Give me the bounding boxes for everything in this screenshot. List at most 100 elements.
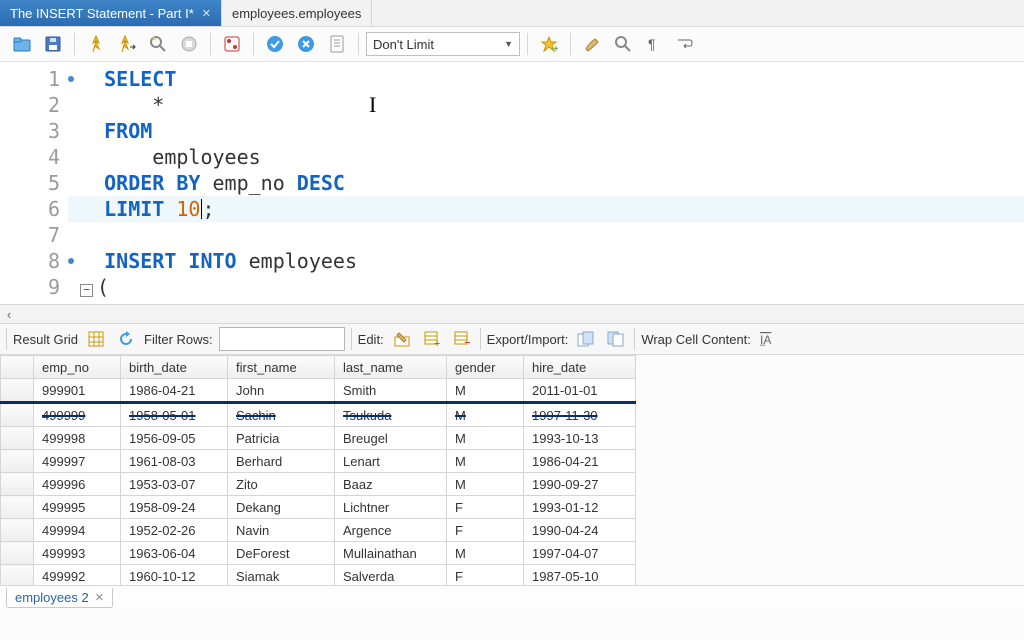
table-row[interactable]: 4999931963-06-04DeForestMullainathanM199… (1, 542, 636, 565)
cell-last_name[interactable]: Baaz (335, 473, 447, 496)
result-grid-wrap[interactable]: emp_no birth_date first_name last_name g… (0, 355, 1024, 586)
save-button[interactable] (39, 30, 67, 58)
result-grid[interactable]: emp_no birth_date first_name last_name g… (0, 355, 636, 586)
import-button[interactable] (604, 327, 628, 351)
row-header[interactable] (1, 473, 34, 496)
cell-hire_date[interactable]: 1990-09-27 (524, 473, 636, 496)
cell-first_name[interactable]: Zito (228, 473, 335, 496)
row-header[interactable] (1, 379, 34, 403)
row-header[interactable] (1, 542, 34, 565)
code-area[interactable]: SELECT * I FROM employees ORDER BY emp_n… (68, 62, 1024, 304)
rollback-button[interactable] (292, 30, 320, 58)
col-hire_date[interactable]: hire_date (524, 356, 636, 379)
export-button[interactable] (574, 327, 598, 351)
close-icon[interactable]: ✕ (202, 7, 211, 20)
col-first_name[interactable]: first_name (228, 356, 335, 379)
cell-first_name[interactable]: Navin (228, 519, 335, 542)
row-header[interactable] (1, 565, 34, 587)
cell-hire_date[interactable]: 1997-04-07 (524, 542, 636, 565)
editor-hscrollbar[interactable]: ‹ (0, 304, 1024, 324)
toggle-invisible-button[interactable]: ¶ (640, 30, 668, 58)
table-row[interactable]: 4999971961-08-03BerhardLenartM1986-04-21 (1, 450, 636, 473)
table-row[interactable]: 4999921960-10-12SiamakSalverdaF1987-05-1… (1, 565, 636, 587)
delete-row-button[interactable]: − (450, 327, 474, 351)
cell-first_name[interactable]: Dekang (228, 496, 335, 519)
table-row[interactable]: 4999941952-02-26NavinArgenceF1990-04-24 (1, 519, 636, 542)
cell-last_name[interactable]: Lichtner (335, 496, 447, 519)
tab-employees-employees[interactable]: employees.employees (222, 0, 372, 26)
wrap-cell-button[interactable]: I̲A (757, 327, 781, 351)
cell-hire_date[interactable]: 1987-05-10 (524, 565, 636, 587)
cell-hire_date[interactable]: 1997-11-30 (524, 403, 636, 427)
cell-gender[interactable]: F (447, 519, 524, 542)
cell-hire_date[interactable]: 1986-04-21 (524, 450, 636, 473)
col-emp_no[interactable]: emp_no (34, 356, 121, 379)
cell-first_name[interactable]: Sachin (228, 403, 335, 427)
row-header[interactable] (1, 519, 34, 542)
cell-last_name[interactable]: Tsukuda (335, 403, 447, 427)
result-grid-view-button[interactable] (84, 327, 108, 351)
execute-current-button[interactable] (113, 30, 141, 58)
add-row-button[interactable]: + (420, 327, 444, 351)
cell-birth_date[interactable]: 1958-09-24 (121, 496, 228, 519)
cell-hire_date[interactable]: 1990-04-24 (524, 519, 636, 542)
cell-birth_date[interactable]: 1961-08-03 (121, 450, 228, 473)
cell-hire_date[interactable]: 2011-01-01 (524, 379, 636, 403)
cell-birth_date[interactable]: 1986-04-21 (121, 379, 228, 403)
cell-emp_no[interactable]: 499999 (34, 403, 121, 427)
table-row[interactable]: 4999991958-05-01SachinTsukudaM1997-11-30 (1, 403, 636, 427)
limit-rows-combo[interactable]: Don't Limit ▼ (366, 32, 520, 56)
cell-gender[interactable]: M (447, 427, 524, 450)
result-tab-employees2[interactable]: employees 2 ✕ (6, 588, 113, 608)
table-row[interactable]: 9999011986-04-21JohnSmithM2011-01-01 (1, 379, 636, 403)
cell-gender[interactable]: M (447, 473, 524, 496)
cell-emp_no[interactable]: 999901 (34, 379, 121, 403)
cell-last_name[interactable]: Salverda (335, 565, 447, 587)
explain-button[interactable] (144, 30, 172, 58)
cell-emp_no[interactable]: 499998 (34, 427, 121, 450)
cell-gender[interactable]: F (447, 496, 524, 519)
cell-emp_no[interactable]: 499992 (34, 565, 121, 587)
row-header[interactable] (1, 450, 34, 473)
cell-first_name[interactable]: John (228, 379, 335, 403)
table-row[interactable]: 4999981956-09-05PatriciaBreugelM1993-10-… (1, 427, 636, 450)
cell-last_name[interactable]: Breugel (335, 427, 447, 450)
find-button[interactable] (609, 30, 637, 58)
scroll-left-icon[interactable]: ‹ (0, 307, 18, 322)
cell-gender[interactable]: M (447, 450, 524, 473)
cell-gender[interactable]: F (447, 565, 524, 587)
cell-birth_date[interactable]: 1956-09-05 (121, 427, 228, 450)
filter-rows-input[interactable] (219, 327, 345, 351)
row-header[interactable] (1, 403, 34, 427)
commit-button[interactable] (261, 30, 289, 58)
cell-emp_no[interactable]: 499996 (34, 473, 121, 496)
execute-button[interactable] (82, 30, 110, 58)
cell-gender[interactable]: M (447, 379, 524, 403)
fold-toggle-icon[interactable]: − (80, 284, 93, 297)
cell-first_name[interactable]: Patricia (228, 427, 335, 450)
col-gender[interactable]: gender (447, 356, 524, 379)
cell-birth_date[interactable]: 1953-03-07 (121, 473, 228, 496)
cell-emp_no[interactable]: 499995 (34, 496, 121, 519)
cell-first_name[interactable]: Siamak (228, 565, 335, 587)
edit-row-button[interactable] (390, 327, 414, 351)
cell-first_name[interactable]: DeForest (228, 542, 335, 565)
cell-hire_date[interactable]: 1993-10-13 (524, 427, 636, 450)
table-row[interactable]: 4999961953-03-07ZitoBaazM1990-09-27 (1, 473, 636, 496)
snippets-button[interactable] (323, 30, 351, 58)
open-file-button[interactable] (8, 30, 36, 58)
tab-insert-statement[interactable]: The INSERT Statement - Part I* ✕ (0, 0, 222, 26)
cell-gender[interactable]: M (447, 403, 524, 427)
sql-editor[interactable]: 1 2 3 4 5 6 7 8 9 SELECT * I FROM employ… (0, 62, 1024, 304)
cell-emp_no[interactable]: 499994 (34, 519, 121, 542)
cell-last_name[interactable]: Argence (335, 519, 447, 542)
cell-last_name[interactable]: Lenart (335, 450, 447, 473)
close-icon[interactable]: ✕ (95, 591, 104, 604)
row-header[interactable] (1, 427, 34, 450)
cell-first_name[interactable]: Berhard (228, 450, 335, 473)
cell-gender[interactable]: M (447, 542, 524, 565)
toggle-autocommit-button[interactable] (218, 30, 246, 58)
cell-hire_date[interactable]: 1993-01-12 (524, 496, 636, 519)
cell-birth_date[interactable]: 1963-06-04 (121, 542, 228, 565)
cell-emp_no[interactable]: 499997 (34, 450, 121, 473)
